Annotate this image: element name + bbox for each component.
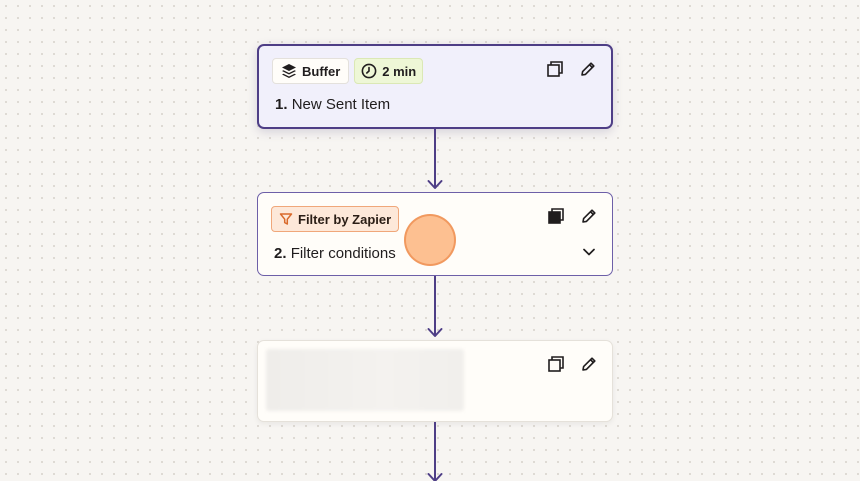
step-3-actions [547, 355, 598, 373]
polling-time-badge: 2 min [354, 58, 424, 84]
copy-icon[interactable] [547, 355, 565, 373]
step-title-text: Filter conditions [290, 245, 396, 262]
step-number: 1. [275, 96, 288, 113]
zap-editor-canvas[interactable]: Buffer 2 min 1. New Sent Item Filter by … [0, 0, 860, 481]
step-connector-arrow [427, 422, 443, 481]
step-number: 2. [274, 245, 287, 262]
copy-icon[interactable] [546, 60, 564, 78]
step-card-trigger[interactable]: Buffer 2 min 1. New Sent Item [257, 44, 613, 129]
clock-icon [361, 63, 377, 79]
step-1-actions [546, 60, 597, 78]
step-card-action[interactable] [257, 340, 613, 422]
step-connector-arrow [427, 276, 443, 339]
time-badge-label: 2 min [382, 63, 417, 79]
step-1-title: 1. New Sent Item [275, 96, 390, 113]
buffer-stack-icon [282, 64, 296, 78]
copy-icon[interactable] [547, 207, 565, 225]
app-badge-filter: Filter by Zapier [271, 206, 400, 232]
edit-pencil-icon[interactable] [579, 60, 597, 78]
filter-funnel-icon [279, 213, 293, 225]
step-connector-arrow [427, 129, 443, 191]
app-badge-label: Buffer [302, 63, 341, 79]
step-title-text: New Sent Item [291, 96, 391, 113]
step-2-title: 2. Filter conditions [274, 245, 396, 262]
click-indicator [404, 214, 456, 266]
step-2-actions [547, 207, 598, 225]
edit-pencil-icon[interactable] [580, 207, 598, 225]
redacted-step-content [266, 349, 464, 411]
step-1-badges: Buffer 2 min [272, 58, 424, 84]
app-badge-label: Filter by Zapier [298, 211, 392, 227]
app-badge-buffer: Buffer [272, 58, 350, 84]
edit-pencil-icon[interactable] [580, 355, 598, 373]
step-2-badges: Filter by Zapier [271, 206, 400, 232]
chevron-down-icon[interactable] [582, 245, 596, 259]
